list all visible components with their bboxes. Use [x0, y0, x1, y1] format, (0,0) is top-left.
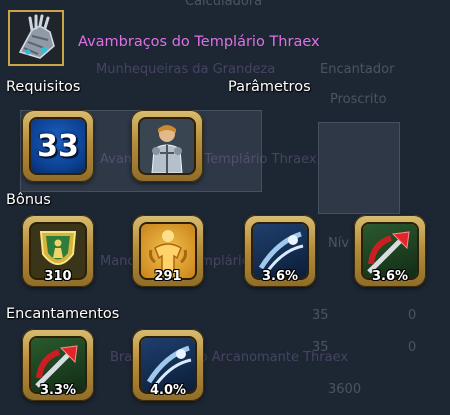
gauntlet-armor-icon: [8, 10, 64, 66]
bg-stat-e: 3600: [328, 382, 362, 397]
tooltip-header: Avambraços do Templário Thraex: [0, 6, 450, 70]
bg-stat-a: 35: [312, 308, 329, 323]
bonus-slot-critical[interactable]: 3.6%: [354, 215, 426, 287]
bg-stat-c: 35: [312, 340, 329, 355]
bonus-label: Bônus: [6, 192, 51, 208]
bonus-value-critical: 3.6%: [371, 269, 409, 284]
bg-stat-d: 0: [408, 340, 417, 355]
level-requirement-slot[interactable]: 33: [22, 110, 94, 182]
armored-class-portrait-icon: [140, 119, 194, 173]
bonus-slot-strength[interactable]: 291: [132, 215, 204, 287]
enchant-value-speed: 4.0%: [149, 383, 187, 398]
enchantments-label: Encantamentos: [6, 306, 120, 322]
bg-proscrito-label: Proscrito: [330, 92, 387, 107]
class-parameter-slot[interactable]: [131, 110, 203, 182]
bonus-value-strength: 291: [154, 269, 182, 284]
parameters-label: Parâmetros: [228, 79, 311, 95]
level-badge-icon: 33: [31, 119, 85, 173]
item-name: Avambraços do Templário Thraex: [78, 34, 320, 50]
enchant-slot-speed[interactable]: 4.0%: [132, 329, 204, 401]
bonus-slot-speed[interactable]: 3.6%: [244, 215, 316, 287]
bonus-value-speed: 3.6%: [261, 269, 299, 284]
requirements-label: Requisitos: [6, 79, 81, 95]
level-requirement-value: 33: [37, 129, 79, 164]
bg-stat-b: 0: [408, 308, 417, 323]
enchant-slot-critical[interactable]: 3.3%: [22, 329, 94, 401]
bg-level-label: Nív: [328, 236, 350, 251]
enchant-value-critical: 3.3%: [39, 383, 77, 398]
bonus-slot-defense[interactable]: 310: [22, 215, 94, 287]
bg-portrait-panel: [318, 122, 400, 214]
bonus-value-defense: 310: [44, 269, 72, 284]
